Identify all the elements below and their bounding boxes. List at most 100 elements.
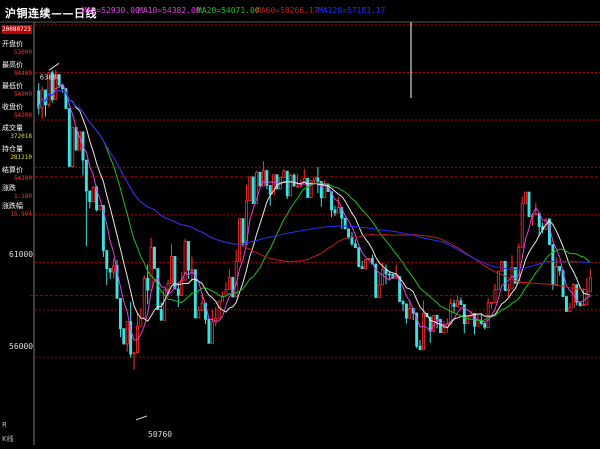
candle-body[interactable] (568, 306, 572, 312)
candle-body[interactable] (132, 352, 136, 355)
candle-body[interactable] (387, 273, 391, 276)
candle-body[interactable] (187, 241, 190, 271)
candle-body[interactable] (108, 268, 112, 273)
candle-body[interactable] (200, 302, 204, 311)
candle-body[interactable] (486, 302, 490, 328)
candle-body[interactable] (258, 171, 262, 187)
kline-label: K线 (2, 435, 14, 443)
candle-body[interactable] (357, 247, 361, 268)
candle-body[interactable] (493, 289, 497, 303)
candle-body[interactable] (347, 228, 351, 238)
candle-body[interactable] (296, 185, 299, 188)
candle-body[interactable] (377, 284, 381, 298)
candle-body[interactable] (452, 303, 456, 307)
candle-body[interactable] (166, 283, 170, 290)
candle-body[interactable] (554, 265, 558, 285)
candle-body[interactable] (217, 300, 221, 319)
info-open: 开盘价 53000 (2, 39, 34, 57)
candle-body[interactable] (466, 316, 470, 324)
candle-body[interactable] (241, 218, 245, 245)
candle-body[interactable] (333, 209, 337, 214)
candle-body[interactable] (343, 217, 347, 230)
candle-body[interactable] (439, 318, 442, 334)
candle-body[interactable] (125, 321, 129, 345)
candle-body[interactable] (527, 191, 531, 217)
candle-body[interactable] (176, 288, 180, 296)
candle-body[interactable] (319, 181, 323, 199)
candle-body[interactable] (142, 277, 146, 319)
candle-body[interactable] (483, 322, 487, 328)
candle-body[interactable] (404, 303, 408, 319)
candle-body[interactable] (316, 177, 320, 182)
candle-body[interactable] (336, 207, 340, 214)
candle-body[interactable] (180, 279, 184, 296)
candle-body[interactable] (71, 127, 75, 167)
candle-body[interactable] (112, 265, 116, 273)
candle-body[interactable] (44, 89, 47, 106)
candle-body[interactable] (170, 256, 173, 284)
corner-label: R (2, 421, 7, 429)
candle-body[interactable] (156, 268, 160, 310)
candle-body[interactable] (88, 190, 92, 202)
candle-body[interactable] (282, 170, 286, 178)
candle-body[interactable] (381, 269, 385, 286)
candle-body[interactable] (565, 296, 568, 312)
candle-body[interactable] (105, 250, 109, 269)
candle-body[interactable] (313, 177, 316, 181)
candle-body[interactable] (159, 309, 163, 321)
candle-body[interactable] (190, 269, 194, 272)
candle-body[interactable] (582, 303, 585, 306)
info-label: 涨跌 (2, 184, 16, 192)
candle-body[interactable] (353, 243, 357, 249)
candle-body[interactable] (350, 236, 354, 245)
candle-body[interactable] (418, 345, 422, 351)
candlestick-chart[interactable]: 63880 (0, 0, 600, 449)
candle-body[interactable] (510, 267, 514, 290)
candle-body[interactable] (476, 319, 480, 327)
candle-body[interactable] (364, 259, 368, 269)
peak-marker (48, 62, 60, 71)
candle-body[interactable] (248, 176, 252, 202)
candle-body[interactable] (197, 309, 201, 319)
candle-body[interactable] (442, 326, 446, 334)
candle-body[interactable] (289, 174, 293, 197)
info-label: 涨跌幅 (2, 202, 23, 210)
candle-body[interactable] (118, 298, 122, 329)
candle-body[interactable] (401, 301, 405, 305)
candle-body[interactable] (459, 300, 463, 306)
candle-body[interactable] (534, 213, 538, 216)
low-price-marker (135, 415, 148, 421)
candle-body[interactable] (98, 204, 102, 211)
info-panel: 20080723 开盘价 53000 最高价 54400 最低价 54000 收… (0, 25, 33, 225)
candle-body[interactable] (323, 183, 327, 199)
candle-body[interactable] (268, 185, 272, 195)
candle-body[interactable] (537, 213, 541, 227)
candle-body[interactable] (408, 308, 412, 319)
candle-body[interactable] (238, 218, 242, 262)
candle-body[interactable] (500, 261, 504, 272)
candle-body[interactable] (520, 203, 524, 248)
candle-body[interactable] (122, 328, 126, 345)
candle-body[interactable] (139, 317, 143, 327)
candle-body[interactable] (251, 176, 255, 204)
candle-body[interactable] (551, 244, 555, 285)
candle-body[interactable] (285, 170, 289, 197)
candle-body[interactable] (558, 265, 562, 272)
candle-body[interactable] (490, 302, 494, 304)
candle-body[interactable] (507, 288, 511, 292)
candle-body[interactable] (360, 266, 364, 269)
info-value: 54200 (13, 112, 32, 119)
info-high: 最高价 54400 (2, 60, 34, 78)
candle-body[interactable] (207, 318, 211, 344)
candle-body[interactable] (149, 246, 153, 291)
candle-body[interactable] (84, 159, 88, 192)
candle-body[interactable] (422, 312, 425, 351)
candle-body[interactable] (146, 277, 150, 291)
candle-body[interactable] (456, 300, 459, 307)
candle-body[interactable] (524, 191, 528, 205)
candle-body[interactable] (91, 186, 95, 202)
candle-body[interactable] (210, 321, 214, 344)
candle-body[interactable] (67, 108, 71, 167)
candle-body[interactable] (227, 276, 231, 290)
candle-body[interactable] (153, 246, 156, 269)
